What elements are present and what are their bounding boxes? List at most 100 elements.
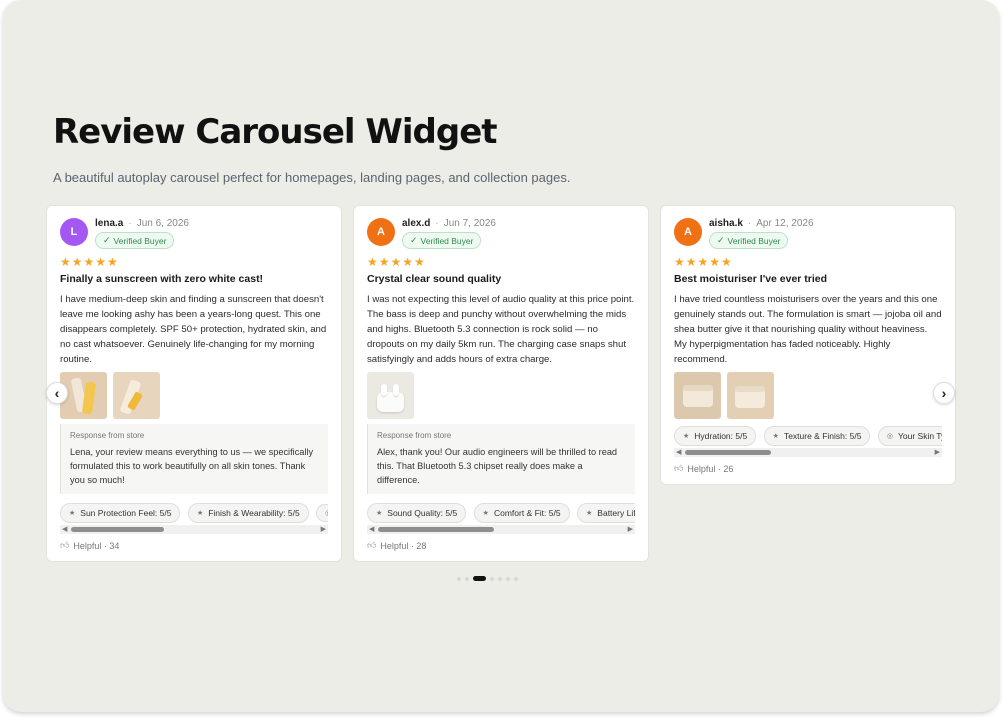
review-date: Apr 12, 2026 (756, 218, 814, 229)
attribute-chip: ★ Battery Life: (577, 503, 635, 523)
carousel-prev-button[interactable]: ‹ (46, 382, 68, 404)
thumbs-up-icon: 👍︎ (674, 463, 684, 473)
separator-dot: · (128, 218, 132, 229)
verified-label: Verified Buyer (420, 235, 474, 246)
star-small-icon: ★ (69, 510, 76, 517)
attribute-chips: ★ Sound Quality: 5/5 ★ Comfort & Fit: 5/5 … (367, 502, 635, 523)
chips-scrollbar[interactable]: ◀ ▶ (60, 525, 328, 534)
star-rating: ★★★★★ (674, 255, 733, 269)
review-body: I have tried countless moisturisers over… (674, 294, 942, 365)
pagination-dot[interactable] (457, 576, 461, 581)
reviewer-name: aisha.k (709, 218, 743, 229)
scroll-left-arrow-icon[interactable]: ◀ (369, 525, 374, 534)
separator-dot: · (747, 218, 752, 229)
helpful-count: Helpful · 34 (73, 540, 120, 551)
pagination-dot[interactable] (465, 576, 469, 581)
avatar: A (674, 218, 702, 246)
chevron-left-icon: ‹ (54, 385, 60, 401)
attribute-chip: ◎ Your Skin Typ (877, 426, 942, 446)
attribute-chips: ★ Sun Protection Feel: 5/5 ★ Finish & Wear… (60, 502, 328, 523)
helpful-button[interactable]: 👍︎ Helpful · 28 (367, 540, 635, 551)
chips-scrollbar[interactable]: ◀ ▶ (367, 525, 635, 534)
pagination-dot[interactable] (490, 576, 494, 581)
attribute-chip: ★ Sun Protection Feel: 5/5 (60, 503, 181, 523)
carousel-pagination (457, 576, 518, 581)
thumbs-up-icon: 👍︎ (60, 540, 70, 550)
star-rating: ★★★★★ (367, 255, 426, 269)
scroll-left-arrow-icon[interactable]: ◀ (62, 525, 67, 534)
chip-label: Sound Quality: 5/5 (387, 508, 458, 518)
review-photo[interactable] (727, 372, 774, 419)
review-photos (60, 372, 328, 419)
review-card: A alex.d · Jun 7, 2026 ✓ Verified Buyer … (353, 205, 649, 562)
scroll-left-arrow-icon[interactable]: ◀ (676, 448, 681, 457)
review-card: A aisha.k · Apr 12, 2026 ✓ Verified Buye… (660, 205, 956, 485)
response-text: Lena, your review means everything to us… (70, 447, 314, 485)
check-icon: ✓ (717, 235, 725, 245)
avatar: L (60, 218, 88, 246)
scroll-thumb[interactable] (71, 527, 164, 532)
attribute-chip: ★ Texture & Finish: 5/5 (763, 426, 871, 446)
target-icon: ◎ (886, 433, 893, 440)
attribute-chip: ★ Sound Quality: 5/5 (367, 503, 467, 523)
review-body: I have medium-deep skin and finding a su… (60, 294, 327, 365)
scroll-thumb[interactable] (685, 450, 771, 455)
review-photo[interactable] (367, 372, 414, 419)
review-photos (367, 372, 635, 419)
carousel-next-button[interactable]: › (933, 382, 955, 404)
scroll-right-arrow-icon[interactable]: ▶ (628, 525, 633, 534)
scroll-right-arrow-icon[interactable]: ▶ (321, 525, 326, 534)
review-card: L lena.a · Jun 6, 2026 ✓ Verified Buyer … (46, 205, 342, 562)
chip-label: Finish & Wearability: 5/5 (208, 508, 300, 518)
verified-label: Verified Buyer (727, 235, 781, 246)
reviewer-name: lena.a (95, 218, 124, 229)
helpful-button[interactable]: 👍︎ Helpful · 26 (674, 463, 942, 474)
verified-badge: ✓ Verified Buyer (709, 232, 789, 249)
chip-label: Your Skin Typ (897, 431, 942, 441)
pagination-dot[interactable] (498, 576, 502, 581)
check-icon: ✓ (410, 235, 418, 245)
review-heading: Crystal clear sound quality (367, 273, 502, 285)
scroll-thumb[interactable] (378, 527, 494, 532)
star-rating: ★★★★★ (60, 255, 119, 269)
star-small-icon: ★ (772, 433, 779, 440)
review-photo[interactable] (674, 372, 721, 419)
pagination-dot[interactable] (514, 576, 518, 581)
review-body: I was not expecting this level of audio … (367, 294, 635, 365)
response-label: Response from store (377, 431, 452, 440)
review-photo[interactable] (113, 372, 160, 419)
attribute-chip: ★ Hydration: 5/5 (674, 426, 757, 446)
pagination-dot[interactable] (506, 576, 510, 581)
star-small-icon: ★ (586, 510, 593, 517)
page-subtitle: A beautiful autoplay carousel perfect fo… (53, 170, 571, 185)
review-photos (674, 372, 942, 419)
separator-dot: · (435, 218, 439, 229)
scroll-right-arrow-icon[interactable]: ▶ (935, 448, 940, 457)
star-small-icon: ★ (482, 510, 489, 517)
page-title: Review Carousel Widget (53, 112, 498, 152)
attribute-chip: ★ Finish & Wearability: 5/5 (187, 503, 309, 523)
target-icon: ◎ (325, 509, 328, 517)
chips-scrollbar[interactable]: ◀ ▶ (674, 448, 942, 457)
star-small-icon: ★ (376, 510, 383, 517)
thumbs-up-icon: 👍︎ (367, 540, 377, 550)
chip-label: Hydration: 5/5 (694, 431, 748, 441)
attribute-chip: ◎ (316, 504, 328, 522)
chip-label: Battery Life: (597, 508, 635, 518)
review-heading: Finally a sunscreen with zero white cast… (60, 273, 264, 285)
chip-label: Texture & Finish: 5/5 (783, 431, 862, 441)
avatar: A (367, 218, 395, 246)
chip-label: Comfort & Fit: 5/5 (493, 508, 561, 518)
helpful-count: Helpful · 28 (380, 540, 427, 551)
attribute-chips: ★ Hydration: 5/5 ★ Texture & Finish: 5/5 ◎… (674, 425, 942, 446)
store-response: Response from store Lena, your review me… (60, 424, 328, 494)
helpful-button[interactable]: 👍︎ Helpful · 34 (60, 540, 328, 551)
chevron-right-icon: › (941, 385, 947, 401)
verified-badge: ✓ Verified Buyer (95, 232, 175, 249)
review-date: Jun 7, 2026 (443, 218, 496, 229)
store-response: Response from store Alex, thank you! Our… (367, 424, 635, 494)
star-small-icon: ★ (683, 433, 690, 440)
verified-label: Verified Buyer (113, 235, 167, 246)
review-date: Jun 6, 2026 (136, 218, 189, 229)
pagination-dot-active[interactable] (473, 576, 486, 581)
